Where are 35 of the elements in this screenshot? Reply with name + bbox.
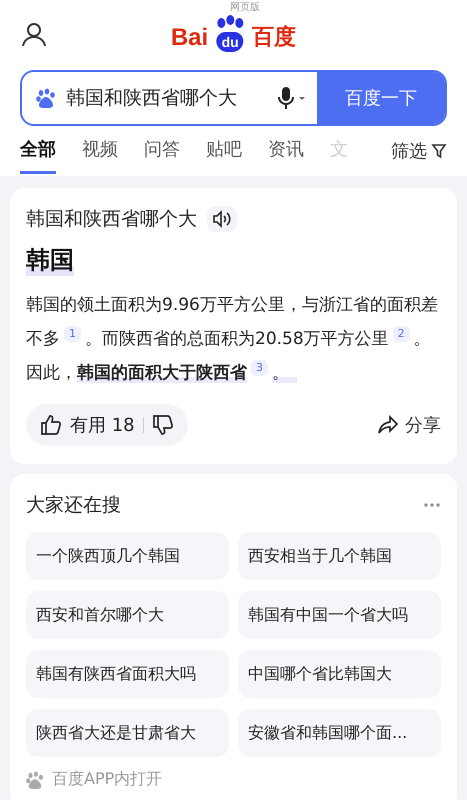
share-button[interactable]: 分享 <box>377 413 441 437</box>
related-search-chip[interactable]: 安徽省和韩国哪个面... <box>238 709 441 757</box>
answer-text: 韩国的领土面积为9.96万平方公里，与浙江省的面积差不多 $^{1}$ 。而陕西省的总面积为20.58万平方公里 $^{2}$ 。因此，韩国的面积大于陕西省 $^{3}$ 。 <box>26 294 439 385</box>
search-button[interactable]: 百度一下 <box>317 72 445 124</box>
related-search-chip[interactable]: 韩国有陕西省面积大吗 <box>26 650 229 698</box>
question-title: 韩国和陕西省哪个大 <box>26 207 197 232</box>
paw-icon <box>26 770 44 788</box>
related-search-chip[interactable]: 一个陕西顶几个韩国 <box>26 532 229 580</box>
section-title: 大家还在搜 <box>26 493 121 518</box>
related-search-chip[interactable]: 中国哪个省比韩国大 <box>238 650 441 698</box>
citation-link[interactable]: 1 <box>64 326 81 342</box>
related-search-chip[interactable]: 西安和首尔哪个大 <box>26 591 229 639</box>
tab[interactable]: 贴吧 <box>206 128 242 174</box>
user-icon[interactable] <box>20 21 48 49</box>
citation-link[interactable]: 2 <box>392 326 410 342</box>
tab[interactable]: 全部 <box>20 128 56 174</box>
logo: Bai du 百度 <box>170 14 296 52</box>
logo-tag: 网页版 <box>230 2 260 14</box>
filter-button[interactable]: 筛选 <box>391 139 447 163</box>
related-search-chip[interactable]: 西安相当于几个韩国 <box>238 532 441 580</box>
filter-icon <box>431 143 447 159</box>
microphone-icon[interactable] <box>277 86 307 110</box>
share-icon <box>377 415 399 435</box>
related-search-chip[interactable]: 陕西省大还是甘肃省大 <box>26 709 229 757</box>
tab[interactable]: 资讯 <box>268 128 304 174</box>
speaker-button[interactable] <box>207 206 237 232</box>
citation-link[interactable]: 3 <box>251 360 268 376</box>
thumbs-up-icon <box>40 414 62 436</box>
related-search-chip[interactable]: 韩国有中国一个省大吗 <box>238 591 441 639</box>
useful-button[interactable]: 有用 18 <box>40 413 135 437</box>
paw-icon <box>36 88 56 108</box>
thumbs-down-icon[interactable] <box>152 414 174 436</box>
tab[interactable]: 视频 <box>82 128 118 174</box>
more-icon[interactable] <box>423 502 441 508</box>
tab[interactable]: 问答 <box>144 128 180 174</box>
